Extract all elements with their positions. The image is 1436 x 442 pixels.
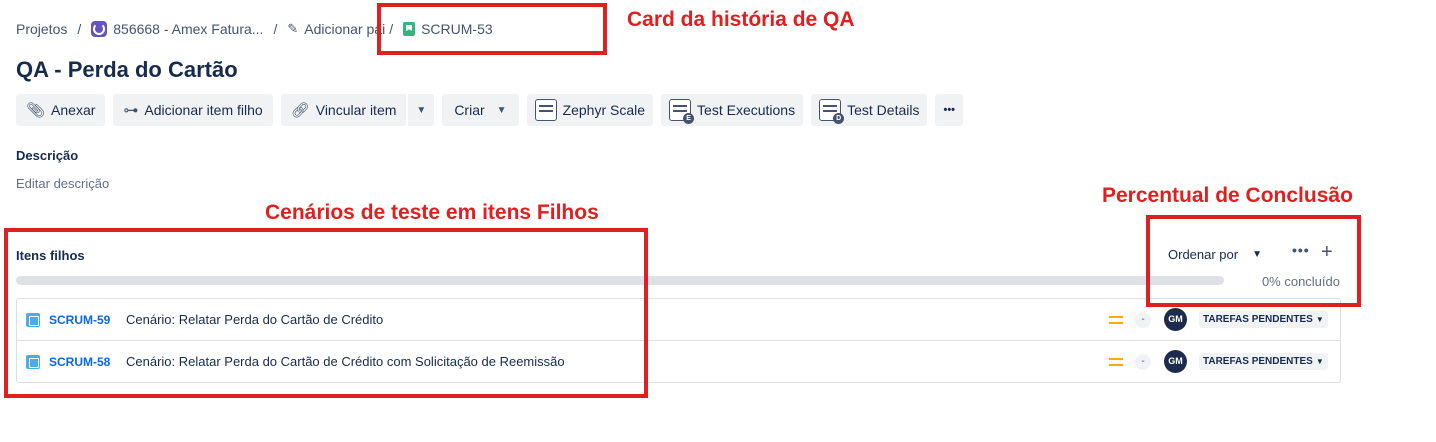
project-icon [91,21,108,37]
breadcrumb-project[interactable]: 856668 - Amex Fatura... [91,21,263,37]
annotation-card-text: Card da história de QA [627,8,855,31]
status-label: TAREFAS PENDENTES [1203,314,1313,325]
chevron-down-icon: ▼ [1315,357,1324,366]
breadcrumb-add-parent[interactable]: ✎ Adicionar pai [287,21,385,37]
more-actions-button[interactable]: ••• [935,94,964,126]
test-executions-button[interactable]: E Test Executions [661,94,804,126]
status-label: TAREFAS PENDENTES [1203,356,1313,367]
breadcrumb-parent-label: Adicionar pai [304,21,386,37]
zephyr-label: Zephyr Scale [562,102,646,118]
assignee-avatar[interactable]: GM [1164,350,1187,373]
link-item-dropdown[interactable]: ▼ [408,94,435,126]
annotation-percent-text: Percentual de Conclusão [1102,184,1353,207]
link-item-split-button: 🔗︎ Vincular item ▼ [280,94,435,126]
create-label: Criar [454,102,485,118]
estimate-badge: - [1135,311,1151,328]
estimate-badge: - [1135,353,1151,370]
test-details-button[interactable]: D Test Details [811,94,928,126]
link-item-label: Vincular item [315,102,397,118]
issue-toolbar: 📎︎ Anexar ⊶ Adicionar item filho 🔗︎ Vinc… [16,94,964,126]
test-details-label: Test Details [847,102,920,118]
status-dropdown[interactable]: TAREFAS PENDENTES ▼ [1199,311,1328,328]
annotation-box-card [377,3,607,55]
link-icon: 🔗︎ [290,102,310,119]
test-executions-icon: E [669,99,695,124]
annotation-box-percent [1146,215,1361,307]
breadcrumb-separator: / [77,21,82,37]
paperclip-icon: 📎︎ [26,102,46,119]
zephyr-icon [534,99,557,121]
test-details-icon: D [819,99,845,124]
breadcrumb-project-label: 856668 - Amex Fatura... [113,21,264,37]
breadcrumb-separator: / [273,21,278,37]
pencil-icon: ✎ [287,21,299,36]
annotation-scenarios-text: Cenários de teste em itens Filhos [265,201,599,224]
chevron-down-icon: ▼ [1315,315,1324,324]
chevron-down-icon: ▼ [496,104,507,116]
add-child-label: Adicionar item filho [144,102,263,118]
attach-button[interactable]: 📎︎ Anexar [16,94,106,126]
priority-medium-icon [1109,315,1123,324]
breadcrumb-projects[interactable]: Projetos [16,21,67,37]
hierarchy-icon: ⊶ [123,102,139,119]
link-item-button[interactable]: 🔗︎ Vincular item [280,94,407,126]
zephyr-scale-button[interactable]: Zephyr Scale [526,94,654,126]
description-editor[interactable]: Editar descrição [16,176,109,191]
chevron-down-icon: ▼ [416,104,427,116]
page-title[interactable]: QA - Perda do Cartão [16,57,238,83]
status-dropdown[interactable]: TAREFAS PENDENTES ▼ [1199,353,1328,370]
create-button[interactable]: Criar ▼ [442,94,519,126]
description-label: Descrição [16,148,79,163]
attach-label: Anexar [51,102,96,118]
add-child-button[interactable]: ⊶ Adicionar item filho [113,94,273,126]
priority-medium-icon [1109,357,1123,366]
test-executions-label: Test Executions [697,102,796,118]
annotation-box-scenarios [4,228,648,398]
assignee-avatar[interactable]: GM [1164,308,1187,331]
